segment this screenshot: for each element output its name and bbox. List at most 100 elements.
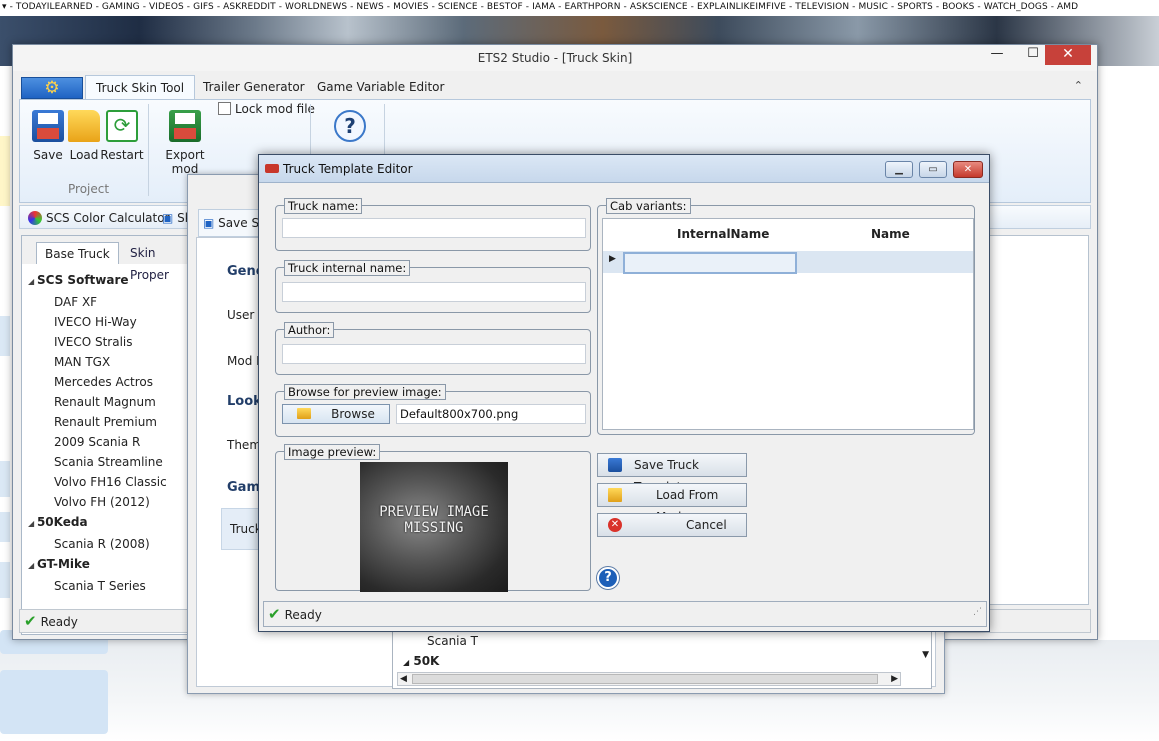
horizontal-scrollbar[interactable]: ◀ ▶ [397, 672, 901, 686]
truck-icon [265, 164, 279, 173]
tree-item[interactable]: Volvo FH (2012) [26, 492, 186, 512]
tree-item[interactable]: Scania T Series [26, 576, 186, 596]
save-button[interactable]: Save [28, 110, 68, 162]
middle-save-label: Save S [218, 216, 260, 230]
scroll-right-icon[interactable]: ▶ [891, 673, 898, 685]
main-window-title: ETS2 Studio - [Truck Skin] [13, 45, 1097, 71]
background-block [0, 670, 108, 734]
ribbon-tabs: ⚙ Truck Skin Tool Trailer Generator Game… [19, 73, 1089, 99]
tree-item[interactable]: Mercedes Actros [26, 372, 186, 392]
browse-button[interactable]: Browse [282, 404, 390, 424]
editor-close-button[interactable]: ✕ [953, 161, 983, 178]
cab-variants-label: Cab variants: [606, 198, 691, 214]
close-button[interactable]: ✕ [1045, 45, 1091, 65]
scroll-thumb[interactable] [412, 674, 878, 684]
internal-name-input[interactable] [282, 282, 586, 302]
column-internalname[interactable]: InternalName [677, 219, 769, 249]
tree-item[interactable]: Scania Streamline [26, 452, 186, 472]
export-label: Export mod [165, 148, 205, 176]
folder-icon [68, 110, 100, 142]
tab-game-variable-editor[interactable]: Game Variable Editor [307, 75, 454, 99]
save-label: Save [33, 148, 63, 162]
lock-mod-checkbox[interactable]: Lock mod file [218, 102, 315, 116]
save-template-button[interactable]: Save Truck Template [597, 453, 747, 494]
tree-item[interactable]: Scania R (2008) [26, 534, 186, 554]
load-button[interactable]: Load [64, 110, 104, 162]
cab-variants-group: Cab variants: InternalName Name ▶ [597, 198, 975, 435]
cab-variants-grid: InternalName Name ▶ [602, 218, 974, 430]
color-wheel-icon [28, 211, 42, 225]
internal-name-label: Truck internal name: [284, 260, 411, 276]
left-strip-block [0, 562, 10, 598]
collapse-ribbon-icon[interactable]: ⌃ [1074, 79, 1083, 92]
color-calc-label: SCS Color Calculator [46, 211, 170, 225]
ribbon-separator [148, 104, 149, 196]
help-button[interactable]: ? [330, 110, 370, 142]
list-item[interactable]: Scania T [427, 634, 478, 648]
folder-icon [608, 488, 622, 502]
export-mod-button[interactable]: Export mod [154, 110, 216, 176]
app-menu-gear-icon[interactable]: ⚙ [21, 77, 83, 99]
editor-title: Truck Template Editor [283, 162, 413, 176]
table-row[interactable]: ▶ [603, 251, 973, 274]
tab-base-truck[interactable]: Base Truck [36, 242, 119, 264]
tree-group[interactable]: GT-Mike [26, 554, 186, 576]
tree-item[interactable]: Renault Magnum [26, 392, 186, 412]
tab-trailer-generator[interactable]: Trailer Generator [193, 75, 315, 99]
left-panel-tabs: Base Truck Skin Proper [22, 236, 188, 282]
image-preview-label: Image preview: [284, 444, 381, 460]
editor-maximize-button[interactable]: ▭ [919, 161, 947, 178]
load-from-mod-button[interactable]: Load From Mod [597, 483, 747, 524]
list-group[interactable]: ◢ 50K [403, 654, 439, 668]
grid-header: InternalName Name [603, 219, 973, 249]
tree-item[interactable]: IVECO Stralis [26, 332, 186, 352]
row-pointer-icon: ▶ [609, 254, 616, 264]
left-strip-yellow [0, 136, 10, 206]
collapse-arrow-icon: ◢ [403, 658, 410, 667]
tree-item[interactable]: 2009 Scania R [26, 432, 186, 452]
scroll-down-icon[interactable]: ▼ [922, 650, 929, 660]
tab-skin-properties[interactable]: Skin Proper [122, 242, 188, 282]
author-input[interactable] [282, 344, 586, 364]
maximize-button[interactable]: ☐ [1021, 45, 1045, 65]
tab-truck-skin-tool[interactable]: Truck Skin Tool [85, 75, 196, 99]
tree-group[interactable]: SCS Software [26, 270, 186, 292]
tree-item[interactable]: Volvo FH16 Classic [26, 472, 186, 492]
truck-list[interactable]: Scania T ◢ 50K ▼ ◀ ▶ [392, 631, 932, 689]
left-strip-block [0, 316, 10, 356]
section-heading-look: Look [227, 394, 262, 409]
tree-group[interactable]: 50Keda [26, 512, 186, 534]
cancel-label: Cancel [686, 518, 727, 532]
toolbar-icon: ▣ [162, 211, 174, 225]
preview-image: PREVIEW IMAGE MISSING [360, 462, 508, 592]
restart-label: Restart [100, 148, 144, 162]
restart-button[interactable]: ⟳ Restart [100, 110, 144, 162]
tree-item[interactable]: IVECO Hi-Way [26, 312, 186, 332]
resize-grip-icon[interactable]: ⋰ [973, 600, 982, 624]
image-preview-group: Image preview: PREVIEW IMAGE MISSING [275, 444, 591, 592]
cancel-icon: ✕ [608, 518, 622, 532]
tree-item[interactable]: MAN TGX [26, 352, 186, 372]
scs-color-calculator-button[interactable]: SCS Color Calculator [28, 208, 170, 228]
left-strip-block [0, 461, 10, 497]
author-label: Author: [284, 322, 335, 338]
image-path-input[interactable]: Default800x700.png [396, 404, 586, 424]
editor-minimize-button[interactable]: ▁ [885, 161, 913, 178]
tree-item[interactable]: DAF XF [26, 292, 186, 312]
cancel-button[interactable]: ✕ Cancel [597, 513, 747, 537]
browse-label: Browse for preview image: [284, 384, 446, 400]
scroll-left-icon[interactable]: ◀ [400, 673, 407, 685]
main-status-text: Ready [40, 615, 78, 629]
column-name[interactable]: Name [871, 219, 910, 249]
truck-selector[interactable]: Truck [221, 508, 262, 550]
editor-help-icon[interactable]: ? [597, 567, 619, 589]
truck-name-input[interactable] [282, 218, 586, 238]
lock-mod-label: Lock mod file [235, 102, 315, 116]
help-icon: ? [334, 110, 366, 142]
check-icon: ✔ [268, 605, 281, 623]
browser-nav-strip[interactable]: ▾ - TODAYILEARNED - GAMING - VIDEOS - GI… [0, 0, 1159, 16]
minimize-button[interactable]: — [985, 45, 1009, 65]
grid-cell-internalname[interactable] [623, 252, 797, 274]
truck-name-group: Truck name: [275, 198, 591, 251]
tree-item[interactable]: Renault Premium [26, 412, 186, 432]
